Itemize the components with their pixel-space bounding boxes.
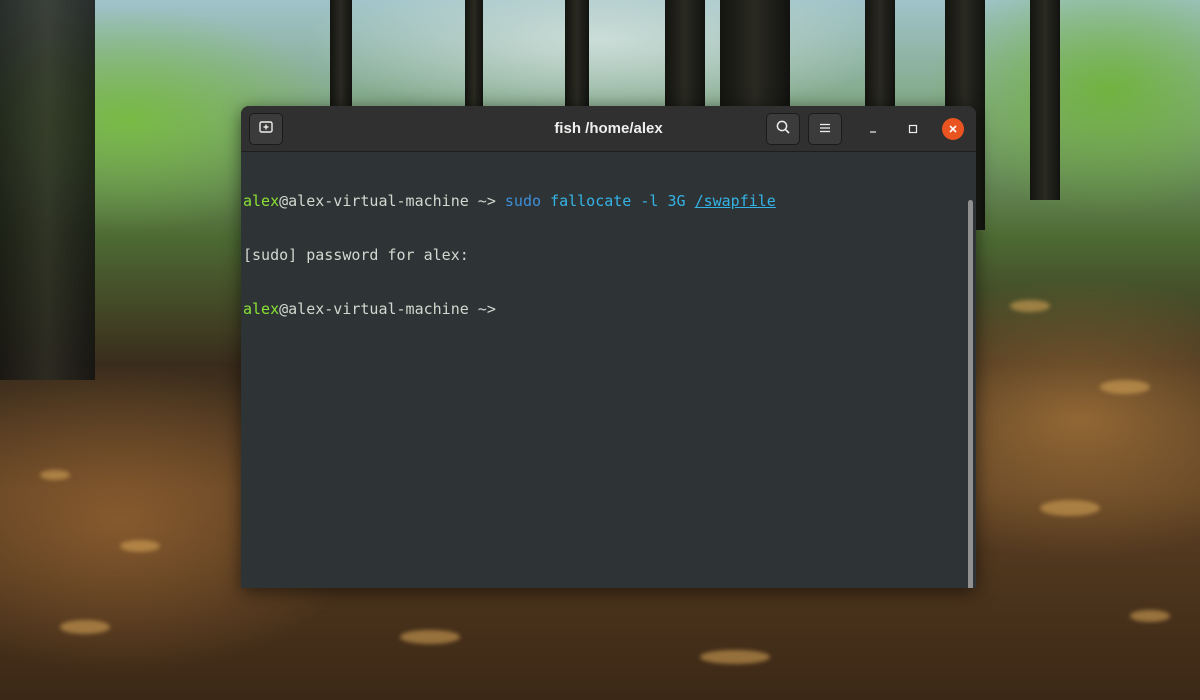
command-args: fallocate -l 3G — [550, 192, 686, 210]
prompt-symbol: > — [486, 300, 496, 318]
prompt-user: alex — [243, 300, 280, 318]
ground-speckle — [60, 620, 110, 634]
prompt-host: @alex-virtual-machine — [279, 192, 469, 210]
tree-trunk — [720, 0, 790, 110]
terminal-window[interactable]: fish /home/alex alex@alex-virtual-machin… — [241, 106, 976, 588]
minimize-button[interactable] — [863, 119, 883, 139]
search-button[interactable] — [766, 113, 800, 145]
tree-trunk — [665, 0, 705, 110]
tree-trunk — [565, 0, 589, 110]
tree-trunk — [0, 0, 95, 380]
tree-trunk — [465, 0, 483, 110]
hamburger-menu-icon — [818, 120, 832, 139]
tree-trunk — [330, 0, 352, 110]
search-icon — [775, 119, 791, 139]
terminal-line: alex@alex-virtual-machine ~> — [243, 300, 776, 318]
new-tab-button[interactable] — [249, 113, 283, 145]
prompt-user: alex — [243, 192, 280, 210]
ground-speckle — [1100, 380, 1150, 394]
sudo-password-prompt: [sudo] password for alex: — [243, 246, 469, 264]
header-bar[interactable]: fish /home/alex — [241, 106, 976, 152]
minimize-icon — [867, 120, 879, 139]
prompt-symbol: > — [486, 192, 496, 210]
menu-button[interactable] — [808, 113, 842, 145]
prompt-cwd: ~ — [468, 192, 487, 210]
ground-speckle — [1130, 610, 1170, 622]
prompt-cwd: ~ — [468, 300, 487, 318]
ground-speckle — [40, 470, 70, 480]
terminal-output[interactable]: alex@alex-virtual-machine ~> sudo falloc… — [241, 152, 976, 588]
ground-speckle — [400, 630, 460, 644]
close-button[interactable] — [942, 118, 964, 140]
tree-trunk — [1030, 0, 1060, 200]
tree-trunk — [865, 0, 895, 110]
vertical-scrollbar[interactable] — [968, 200, 973, 588]
prompt-host: @alex-virtual-machine — [279, 300, 469, 318]
command-path: /swapfile — [694, 192, 776, 210]
command-name: sudo — [504, 192, 542, 210]
new-tab-icon — [258, 119, 274, 139]
ground-speckle — [1040, 500, 1100, 516]
maximize-icon — [907, 120, 919, 139]
terminal-text: alex@alex-virtual-machine ~> sudo falloc… — [243, 156, 776, 354]
ground-speckle — [1010, 300, 1050, 312]
ground-speckle — [700, 650, 770, 664]
terminal-line: alex@alex-virtual-machine ~> sudo falloc… — [243, 192, 776, 210]
terminal-line: [sudo] password for alex: — [243, 246, 776, 264]
maximize-button[interactable] — [903, 119, 923, 139]
close-icon — [947, 120, 959, 139]
ground-speckle — [120, 540, 160, 552]
